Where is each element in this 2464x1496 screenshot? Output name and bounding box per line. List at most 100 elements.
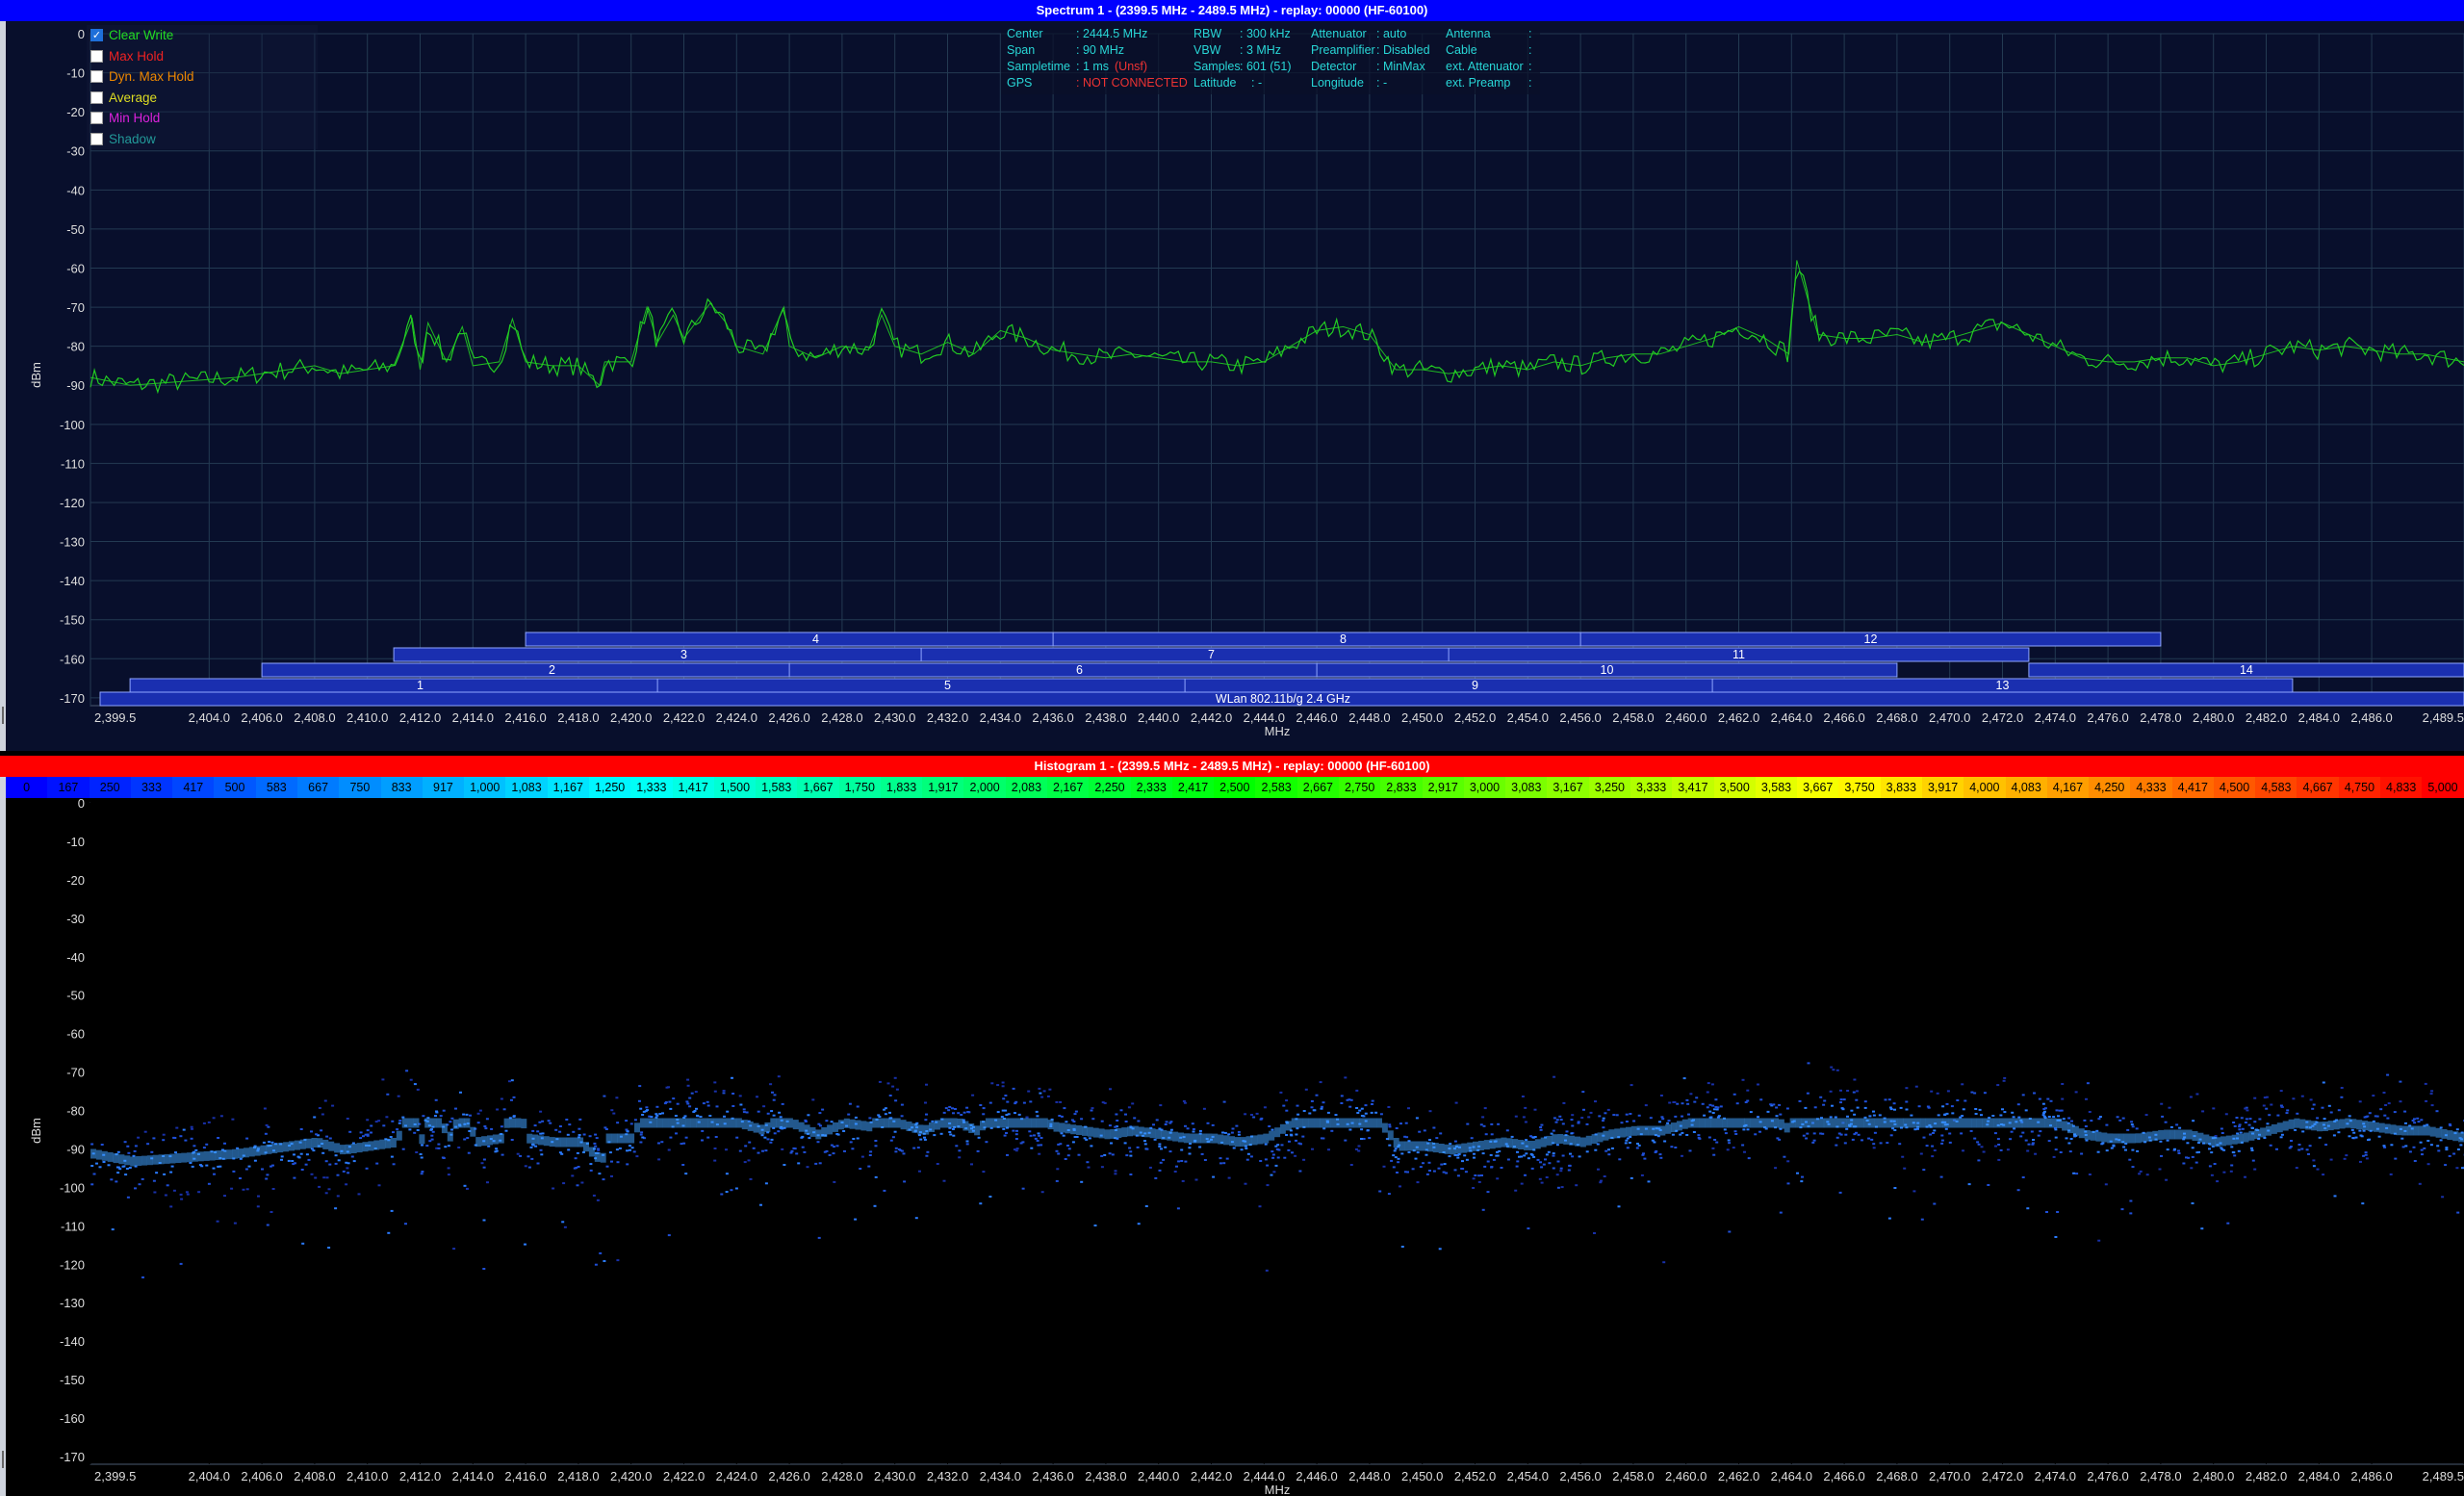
- legend-shadow[interactable]: Shadow: [87, 128, 318, 149]
- density-core: [2203, 1134, 2210, 1145]
- density-core: [2447, 1130, 2453, 1141]
- density-core: [2101, 1132, 2108, 1143]
- x-tick-label: 2,450.0: [1401, 1469, 1443, 1483]
- x-tick-label: 2,486.0: [2350, 1469, 2392, 1483]
- density-core: [1053, 1122, 1060, 1132]
- density-core: [2174, 1129, 2181, 1140]
- x-tick-label: 2,466.0: [1823, 1469, 1864, 1483]
- x-tick-label: 2,454.0: [1507, 710, 1549, 725]
- x-tick-label: 2,480.0: [2193, 1469, 2234, 1483]
- y-tick-label: 0: [78, 796, 85, 811]
- x-tick-label: 2,489.5: [2423, 710, 2464, 725]
- channel-label: 14: [2240, 663, 2253, 677]
- x-tick-label: 2,470.0: [1929, 710, 1970, 725]
- density-core: [543, 1136, 550, 1147]
- density-core: [2039, 1118, 2045, 1128]
- x-tick-label: 2,458.0: [1612, 1469, 1654, 1483]
- x-tick-label: 2,442.0: [1191, 710, 1232, 725]
- density-core: [220, 1149, 227, 1160]
- density-core: [798, 1122, 805, 1132]
- density-core: [1591, 1134, 1598, 1145]
- latitude-value: : -: [1251, 76, 1263, 90]
- density-core: [1455, 1144, 1462, 1154]
- max-hold-checkbox[interactable]: [90, 49, 103, 63]
- legend-average[interactable]: Average: [87, 87, 318, 108]
- x-tick-label: 2,436.0: [1032, 1469, 1073, 1483]
- density-core: [656, 1118, 663, 1128]
- clear-write-checkbox[interactable]: ✓: [90, 29, 103, 42]
- density-core: [254, 1146, 261, 1156]
- density-core: [990, 1118, 997, 1128]
- density-core: [809, 1126, 816, 1137]
- x-tick-label: 2,468.0: [1876, 1469, 1917, 1483]
- density-core: [1858, 1118, 1864, 1128]
- x-tick-label: 2,452.0: [1454, 710, 1496, 725]
- density-core: [124, 1155, 131, 1166]
- ext-preamp-value: :: [1528, 76, 1532, 90]
- legend-label: Clear Write: [109, 28, 174, 43]
- y-tick-label: -150: [60, 1373, 85, 1387]
- x-tick-label: 2,464.0: [1771, 710, 1812, 725]
- legend-max-hold[interactable]: Max Hold: [87, 45, 318, 66]
- density-core: [487, 1135, 493, 1146]
- density-core: [2282, 1121, 2289, 1131]
- density-core: [1954, 1118, 1961, 1128]
- dyn-max-hold-checkbox[interactable]: [90, 70, 103, 84]
- y-tick-label: -110: [61, 1219, 85, 1233]
- density-core: [572, 1137, 578, 1148]
- x-tick-label: 2,472.0: [1982, 1469, 2023, 1483]
- histogram-panel[interactable]: 0 167 250 333 417 500 583 667 750 833 917 1,000 1,08…: [0, 777, 2464, 1496]
- shadow-checkbox[interactable]: [90, 132, 103, 145]
- average-checkbox[interactable]: [90, 90, 103, 104]
- density-core: [1937, 1118, 1943, 1128]
- density-core: [385, 1138, 391, 1148]
- density-core: [578, 1137, 584, 1148]
- density-core: [560, 1137, 567, 1148]
- density-core: [1483, 1140, 1490, 1150]
- legend-clear-write[interactable]: ✓ Clear Write: [87, 25, 318, 46]
- density-core: [996, 1118, 1003, 1128]
- density-core: [1467, 1142, 1474, 1152]
- sampletime-label: Sampletime: [1007, 60, 1070, 73]
- density-core: [130, 1156, 137, 1167]
- density-core: [968, 1123, 975, 1133]
- legend-min-hold[interactable]: Min Hold: [87, 108, 318, 129]
- density-core: [537, 1135, 544, 1146]
- density-core: [1387, 1130, 1394, 1141]
- spectrum-panel[interactable]: 0 -10 -20 -30 -40 -50 -60 -70 -80 -90 -100 -110 -120…: [0, 21, 2464, 751]
- density-core: [1636, 1125, 1643, 1136]
- density-core: [1506, 1138, 1513, 1148]
- density-core: [1473, 1141, 1478, 1151]
- density-core: [1993, 1118, 2000, 1128]
- density-core: [696, 1118, 703, 1128]
- density-core: [1279, 1123, 1286, 1134]
- density-core: [1399, 1141, 1405, 1151]
- density-core: [566, 1137, 573, 1148]
- density-core: [2225, 1135, 2232, 1146]
- density-core: [1308, 1118, 1315, 1128]
- density-core: [2276, 1122, 2283, 1133]
- density-core: [1710, 1118, 1717, 1128]
- center-label: Center: [1007, 27, 1043, 40]
- density-core: [821, 1127, 828, 1137]
- density-core: [492, 1134, 499, 1145]
- density-core: [2011, 1118, 2017, 1128]
- y-tick-label: -30: [66, 144, 85, 159]
- density-core: [1840, 1118, 1847, 1128]
- density-core: [1942, 1118, 1949, 1128]
- min-hold-checkbox[interactable]: [90, 112, 103, 125]
- antenna-value: :: [1528, 27, 1532, 40]
- density-core: [605, 1133, 612, 1144]
- density-core: [1874, 1118, 1881, 1128]
- density-core: [305, 1138, 312, 1148]
- density-core: [238, 1148, 244, 1159]
- legend-dyn-max-hold[interactable]: Dyn. Max Hold: [87, 66, 318, 88]
- density-core: [2435, 1127, 2442, 1138]
- x-tick-label: 2,410.0: [346, 710, 388, 725]
- x-tick-label: 2,408.0: [294, 710, 335, 725]
- density-core: [1687, 1118, 1694, 1128]
- density-core: [1223, 1135, 1230, 1146]
- x-tick-label: 2,472.0: [1982, 710, 2023, 725]
- sampletime-value: : 1 ms: [1076, 60, 1110, 73]
- density-core: [509, 1118, 516, 1128]
